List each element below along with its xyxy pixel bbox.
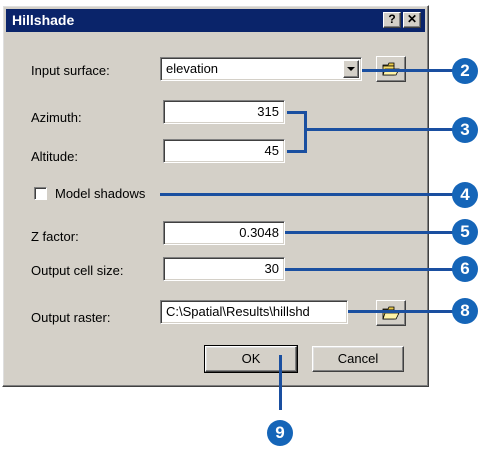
model-shadows-checkbox[interactable] [34, 187, 47, 200]
azimuth-label: Azimuth: [31, 110, 82, 125]
callout-8: 8 [452, 298, 478, 324]
azimuth-input[interactable]: 315 [163, 100, 285, 124]
callout-line-6 [285, 268, 457, 271]
callout-line-3c [304, 111, 307, 153]
callout-line-5 [285, 231, 457, 234]
browse-output-button[interactable] [376, 300, 406, 326]
dialog-title: Hillshade [12, 12, 75, 28]
callout-line-8 [348, 310, 457, 313]
callout-line-2 [362, 69, 457, 72]
output-raster-input[interactable]: C:\Spatial\Results\hillshd [160, 300, 348, 324]
output-cell-size-input[interactable]: 30 [163, 257, 285, 281]
altitude-label: Altitude: [31, 149, 78, 164]
output-raster-label: Output raster: [31, 310, 111, 325]
cancel-button[interactable]: Cancel [312, 346, 404, 372]
callout-line-3d [304, 128, 457, 131]
model-shadows-label: Model shadows [55, 186, 146, 201]
close-button[interactable]: ✕ [403, 12, 421, 28]
callout-line-4 [160, 193, 457, 196]
z-factor-input[interactable]: 0.3048 [163, 221, 285, 245]
help-button[interactable]: ? [383, 12, 401, 28]
z-factor-label: Z factor: [31, 229, 79, 244]
output-cell-size-label: Output cell size: [31, 263, 124, 278]
title-bar[interactable]: Hillshade ? ✕ [6, 9, 425, 32]
callout-6: 6 [452, 256, 478, 282]
callout-line-9 [279, 355, 282, 410]
callout-4: 4 [452, 182, 478, 208]
ok-button[interactable]: OK [204, 345, 298, 373]
callout-2: 2 [452, 58, 478, 84]
callout-9: 9 [267, 420, 293, 446]
altitude-input[interactable]: 45 [163, 139, 285, 163]
input-surface-value: elevation [166, 61, 219, 76]
callout-3: 3 [452, 117, 478, 143]
open-folder-icon [382, 306, 400, 320]
input-surface-combo[interactable]: elevation [160, 57, 362, 81]
chevron-down-icon[interactable] [343, 60, 359, 78]
callout-5: 5 [452, 219, 478, 245]
input-surface-label: Input surface: [31, 63, 110, 78]
